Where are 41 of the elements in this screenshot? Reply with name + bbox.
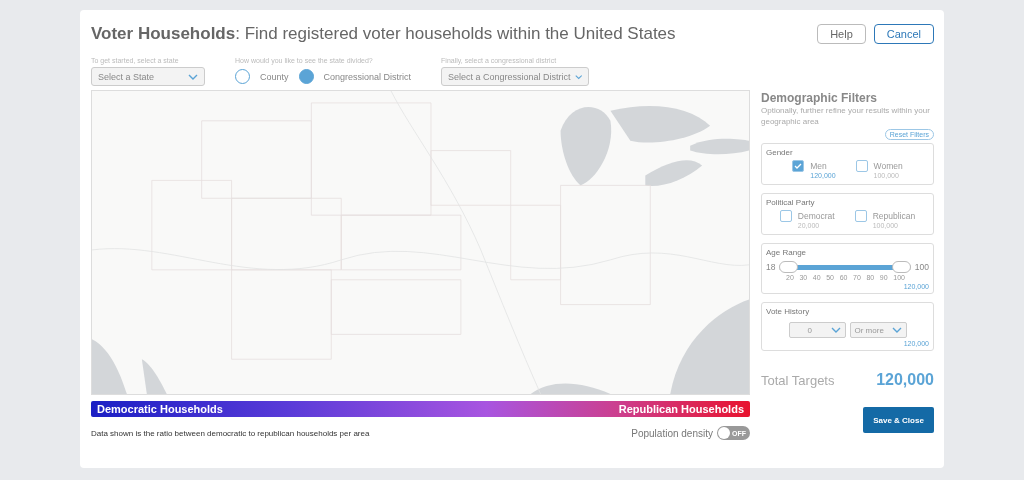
chevron-down-icon xyxy=(891,327,902,333)
chevron-down-icon xyxy=(574,73,583,80)
panel-title: Political Party xyxy=(766,198,816,207)
checkbox[interactable] xyxy=(792,160,805,172)
range-min: 18 xyxy=(766,262,776,272)
total-value: 120,000 xyxy=(876,371,934,389)
checkbox[interactable] xyxy=(855,160,868,172)
checkbox-label: Women xyxy=(873,161,903,171)
radio-label: Congressional District xyxy=(323,71,412,82)
panel-title: Age Range xyxy=(766,248,808,257)
checkbox[interactable] xyxy=(854,210,867,222)
radio-button[interactable] xyxy=(235,69,250,84)
legend-label: Democratic Households xyxy=(97,403,223,415)
cancel-button[interactable]: Cancel xyxy=(873,24,934,44)
checkbox-label: Republican xyxy=(872,211,916,221)
filters-title: Demographic Filters xyxy=(761,91,879,105)
page-title: Voter Households: Find registered voter households within the United States xyxy=(91,24,676,44)
save-close-button[interactable]: Save & Close xyxy=(863,407,934,433)
checkbox[interactable] xyxy=(779,210,792,222)
radio-label: County xyxy=(260,71,289,82)
total-label: Total Targets xyxy=(761,372,835,388)
panel-title: Gender xyxy=(766,148,794,157)
vote-dropdown[interactable]: 0 xyxy=(788,322,846,338)
map-note: Data shown is the ratio between democratic to republican households per area xyxy=(91,428,370,438)
legend-label: Republican Households xyxy=(618,403,744,415)
checkbox-label: Democrat xyxy=(797,211,835,221)
vote-dropdown[interactable]: Or more xyxy=(849,322,907,338)
toggle-label: Population density xyxy=(631,427,713,439)
radio-button[interactable] xyxy=(298,69,314,84)
state-dropdown[interactable]: Select a State xyxy=(91,67,205,86)
filters-subtitle: Optionally, further refine your results within your geographic area xyxy=(761,105,931,127)
checkbox-label: Men xyxy=(810,161,828,171)
panel-title: Vote History xyxy=(766,307,811,316)
help-button[interactable]: Help xyxy=(817,24,866,44)
checkmark-icon xyxy=(794,163,803,169)
chevron-down-icon xyxy=(830,327,841,333)
slider-handle[interactable] xyxy=(779,261,799,273)
slider-handle[interactable] xyxy=(891,261,911,273)
district-dropdown[interactable]: Select a Congressional District xyxy=(441,67,590,86)
range-max: 100 xyxy=(914,262,929,272)
chevron-down-icon xyxy=(188,73,198,80)
